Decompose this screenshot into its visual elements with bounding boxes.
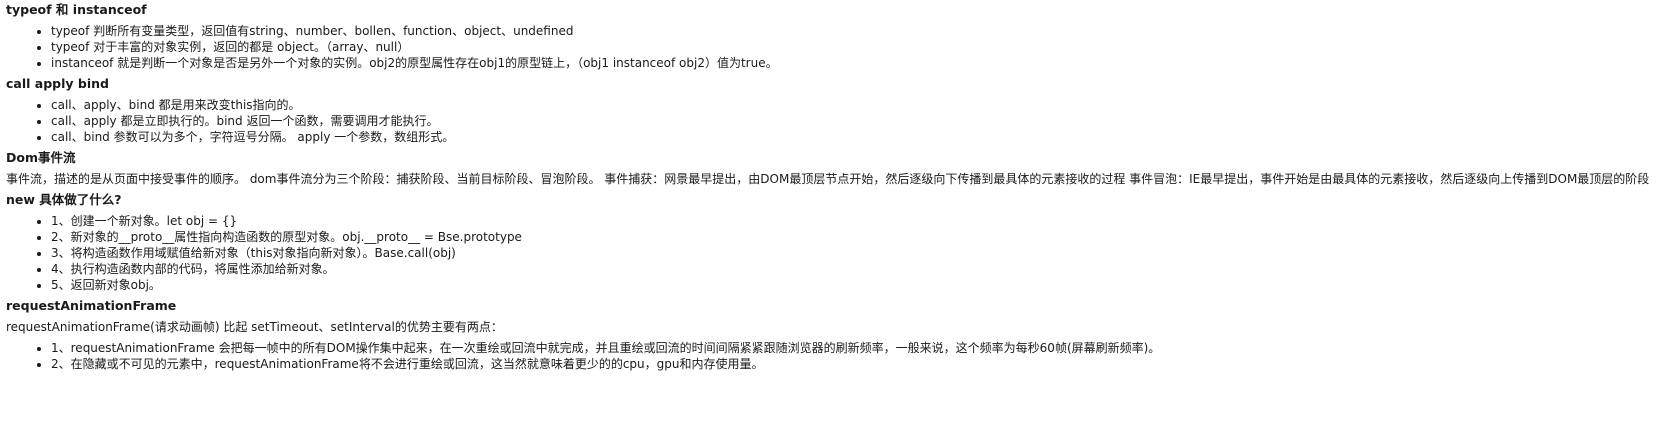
list-item: 3、将构造函数作用域赋值给新对象（this对象指向新对象）。Base.call(… (51, 245, 1672, 261)
section-heading: typeof 和 instanceof (6, 2, 147, 17)
list-item: call、bind 参数可以为多个，字符逗号分隔。 apply 一个参数，数组形… (51, 129, 1672, 145)
list-item: 5、返回新对象obj。 (51, 277, 1672, 293)
section-dom-event-flow: Dom事件流 事件流，描述的是从页面中接受事件的顺序。 dom事件流分为三个阶段… (6, 150, 1672, 187)
section-heading: requestAnimationFrame (6, 298, 177, 313)
section-request-animation-frame: requestAnimationFrame requestAnimationFr… (6, 298, 1672, 372)
list-item: 1、创建一个新对象。let obj = {} (51, 213, 1672, 229)
list-item: call、apply 都是立即执行的。bind 返回一个函数，需要调用才能执行。 (51, 113, 1672, 129)
bullet-list: typeof 判断所有变量类型，返回值有string、number、bollen… (6, 23, 1672, 71)
list-item: instanceof 就是判断一个对象是否是另外一个对象的实例。obj2的原型属… (51, 55, 1672, 71)
section-heading: call apply bind (6, 76, 109, 91)
list-item: 4、执行构造函数内部的代码，将属性添加给新对象。 (51, 261, 1672, 277)
section-call-apply-bind: call apply bind call、apply、bind 都是用来改变th… (6, 76, 1672, 145)
bullet-list: call、apply、bind 都是用来改变this指向的。 call、appl… (6, 97, 1672, 145)
bullet-list: 1、requestAnimationFrame 会把每一帧中的所有DOM操作集中… (6, 340, 1672, 372)
section-paragraph: 事件流，描述的是从页面中接受事件的顺序。 dom事件流分为三个阶段：捕获阶段、当… (6, 172, 1650, 186)
list-item: 2、在隐藏或不可见的元素中，requestAnimationFrame将不会进行… (51, 356, 1672, 372)
list-item: call、apply、bind 都是用来改变this指向的。 (51, 97, 1672, 113)
bullet-list: 1、创建一个新对象。let obj = {} 2、新对象的__proto__属性… (6, 213, 1672, 293)
section-paragraph: requestAnimationFrame(请求动画帧) 比起 setTimeo… (6, 320, 503, 334)
list-item: typeof 对于丰富的对象实例，返回的都是 object。（array、nul… (51, 39, 1672, 55)
section-typeof-instanceof: typeof 和 instanceof typeof 判断所有变量类型，返回值有… (6, 2, 1672, 71)
section-heading: new 具体做了什么? (6, 192, 122, 207)
list-item: 1、requestAnimationFrame 会把每一帧中的所有DOM操作集中… (51, 340, 1672, 356)
list-item: typeof 判断所有变量类型，返回值有string、number、bollen… (51, 23, 1672, 39)
section-new-operator: new 具体做了什么? 1、创建一个新对象。let obj = {} 2、新对象… (6, 192, 1672, 293)
list-item: 2、新对象的__proto__属性指向构造函数的原型对象。obj.__proto… (51, 229, 1672, 245)
document-page: typeof 和 instanceof typeof 判断所有变量类型，返回值有… (0, 0, 1678, 434)
section-heading: Dom事件流 (6, 150, 76, 165)
